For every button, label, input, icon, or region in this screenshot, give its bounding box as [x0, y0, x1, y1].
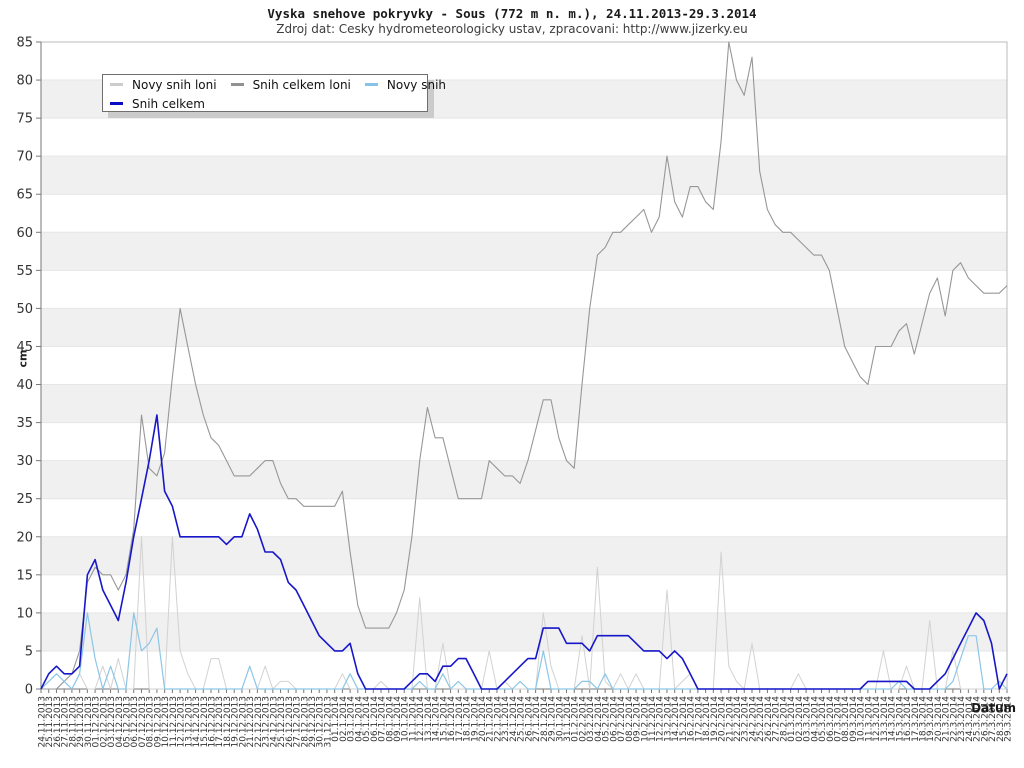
plot-band: [41, 461, 1007, 499]
plot-band: [41, 308, 1007, 346]
y-tick-label: 10: [16, 606, 33, 621]
plot-band: [41, 613, 1007, 651]
y-tick-label: 35: [16, 416, 33, 431]
y-tick-label: 75: [16, 112, 33, 127]
legend-swatch: [110, 83, 123, 86]
y-tick-label: 30: [16, 454, 33, 469]
legend-row-1: Novy snih loniSnih celkem loniNovy snih: [103, 75, 427, 94]
plot-border: [41, 42, 1007, 689]
y-tick-label: 15: [16, 568, 33, 583]
chart-legend: Novy snih loniSnih celkem loniNovy snih …: [102, 74, 428, 112]
legend-row-2: Snih celkem: [103, 94, 427, 113]
legend-item-snih-celkem-loni: Snih celkem loni: [231, 78, 351, 92]
legend-swatch: [365, 83, 378, 86]
y-tick-label: 0: [25, 683, 33, 698]
legend-label: Snih celkem: [132, 97, 205, 111]
series-snih-celkem-loni: [41, 42, 1007, 689]
y-tick-label: 50: [16, 302, 33, 317]
y-tick-label: 80: [16, 74, 33, 89]
plot-band: [41, 385, 1007, 423]
y-tick-label: 65: [16, 188, 33, 203]
snow-chart-page: Vyska snehove pokryvky - Sous (772 m n. …: [0, 0, 1024, 768]
y-tick-label: 55: [16, 264, 33, 279]
y-tick-label: 85: [16, 36, 33, 51]
legend-item-novy-snih-loni: Novy snih loni: [110, 78, 217, 92]
plot-band: [41, 537, 1007, 575]
legend-label: Novy snih loni: [132, 78, 217, 92]
legend-label: Novy snih: [387, 78, 446, 92]
legend-swatch: [231, 83, 244, 86]
plot-band: [41, 156, 1007, 194]
y-tick-label: 20: [16, 530, 33, 545]
legend-item-novy-snih: Novy snih: [365, 78, 446, 92]
y-tick-label: 40: [16, 378, 33, 393]
chart-svg: 051015202530354045505560657075808524.11.…: [0, 0, 1024, 768]
y-tick-label: 5: [25, 644, 33, 659]
y-tick-label: 25: [16, 492, 33, 507]
y-tick-label: 70: [16, 150, 33, 165]
legend-label: Snih celkem loni: [253, 78, 351, 92]
legend-swatch: [110, 102, 123, 105]
plot-band: [41, 232, 1007, 270]
y-tick-label: 60: [16, 226, 33, 241]
x-axis-title-datum: Datum: [966, 701, 1016, 715]
y-axis-unit-label: cm: [16, 350, 29, 368]
legend-item-snih-celkem: Snih celkem: [110, 97, 205, 111]
